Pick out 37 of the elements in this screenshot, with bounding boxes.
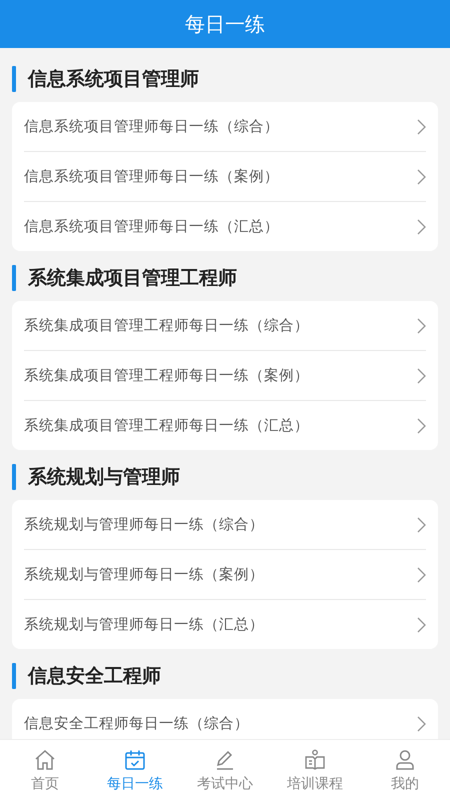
chevron-right-icon — [416, 368, 426, 384]
section-title: 信息系统项目管理师 — [28, 67, 199, 92]
tab-bar-item[interactable]: 每日一练 — [90, 740, 180, 800]
chevron-right-icon — [416, 168, 426, 184]
practice-list-item[interactable]: 系统集成项目管理工程师每日一练（案例） — [24, 351, 426, 401]
section-title: 系统集成项目管理工程师 — [28, 266, 237, 291]
practice-list-item[interactable]: 信息系统项目管理师每日一练（综合） — [24, 102, 426, 152]
practice-list-item[interactable]: 系统集成项目管理工程师每日一练（汇总） — [24, 401, 426, 450]
tab-bar-item[interactable]: 考试中心 — [180, 740, 270, 800]
accent-bar — [12, 464, 16, 490]
chevron-right-icon — [416, 418, 426, 434]
practice-list-item[interactable]: 系统规划与管理师每日一练（综合） — [24, 500, 426, 550]
practice-list-item[interactable]: 系统规划与管理师每日一练（汇总） — [24, 600, 426, 649]
accent-bar — [12, 663, 16, 689]
tab-bar-item[interactable]: 培训课程 — [270, 740, 360, 800]
accent-bar — [12, 66, 16, 92]
section-title: 系统规划与管理师 — [28, 465, 180, 490]
section-title: 信息安全工程师 — [28, 664, 161, 689]
practice-list-item[interactable]: 信息系统项目管理师每日一练（案例） — [24, 152, 426, 202]
chevron-right-icon — [416, 716, 426, 732]
practice-list-item[interactable]: 系统集成项目管理工程师每日一练（综合） — [24, 301, 426, 351]
chevron-right-icon — [416, 516, 426, 532]
chevron-right-icon — [416, 218, 426, 234]
calendar-icon — [123, 748, 147, 772]
chevron-right-icon — [416, 566, 426, 582]
practice-list-item[interactable]: 信息安全工程师每日一练（综合） — [24, 699, 426, 739]
page-title: 每日一练 — [185, 10, 265, 38]
home-icon — [33, 748, 57, 772]
book-icon — [303, 748, 327, 772]
chevron-right-icon — [416, 118, 426, 134]
practice-list-item[interactable]: 系统规划与管理师每日一练（案例） — [24, 550, 426, 600]
tab-bar-item[interactable]: 首页 — [0, 740, 90, 800]
tab-bar-item[interactable]: 我的 — [360, 740, 450, 800]
practice-list-item[interactable]: 信息系统项目管理师每日一练（汇总） — [24, 202, 426, 251]
chevron-right-icon — [416, 616, 426, 632]
chevron-right-icon — [416, 318, 426, 334]
accent-bar — [12, 265, 16, 291]
